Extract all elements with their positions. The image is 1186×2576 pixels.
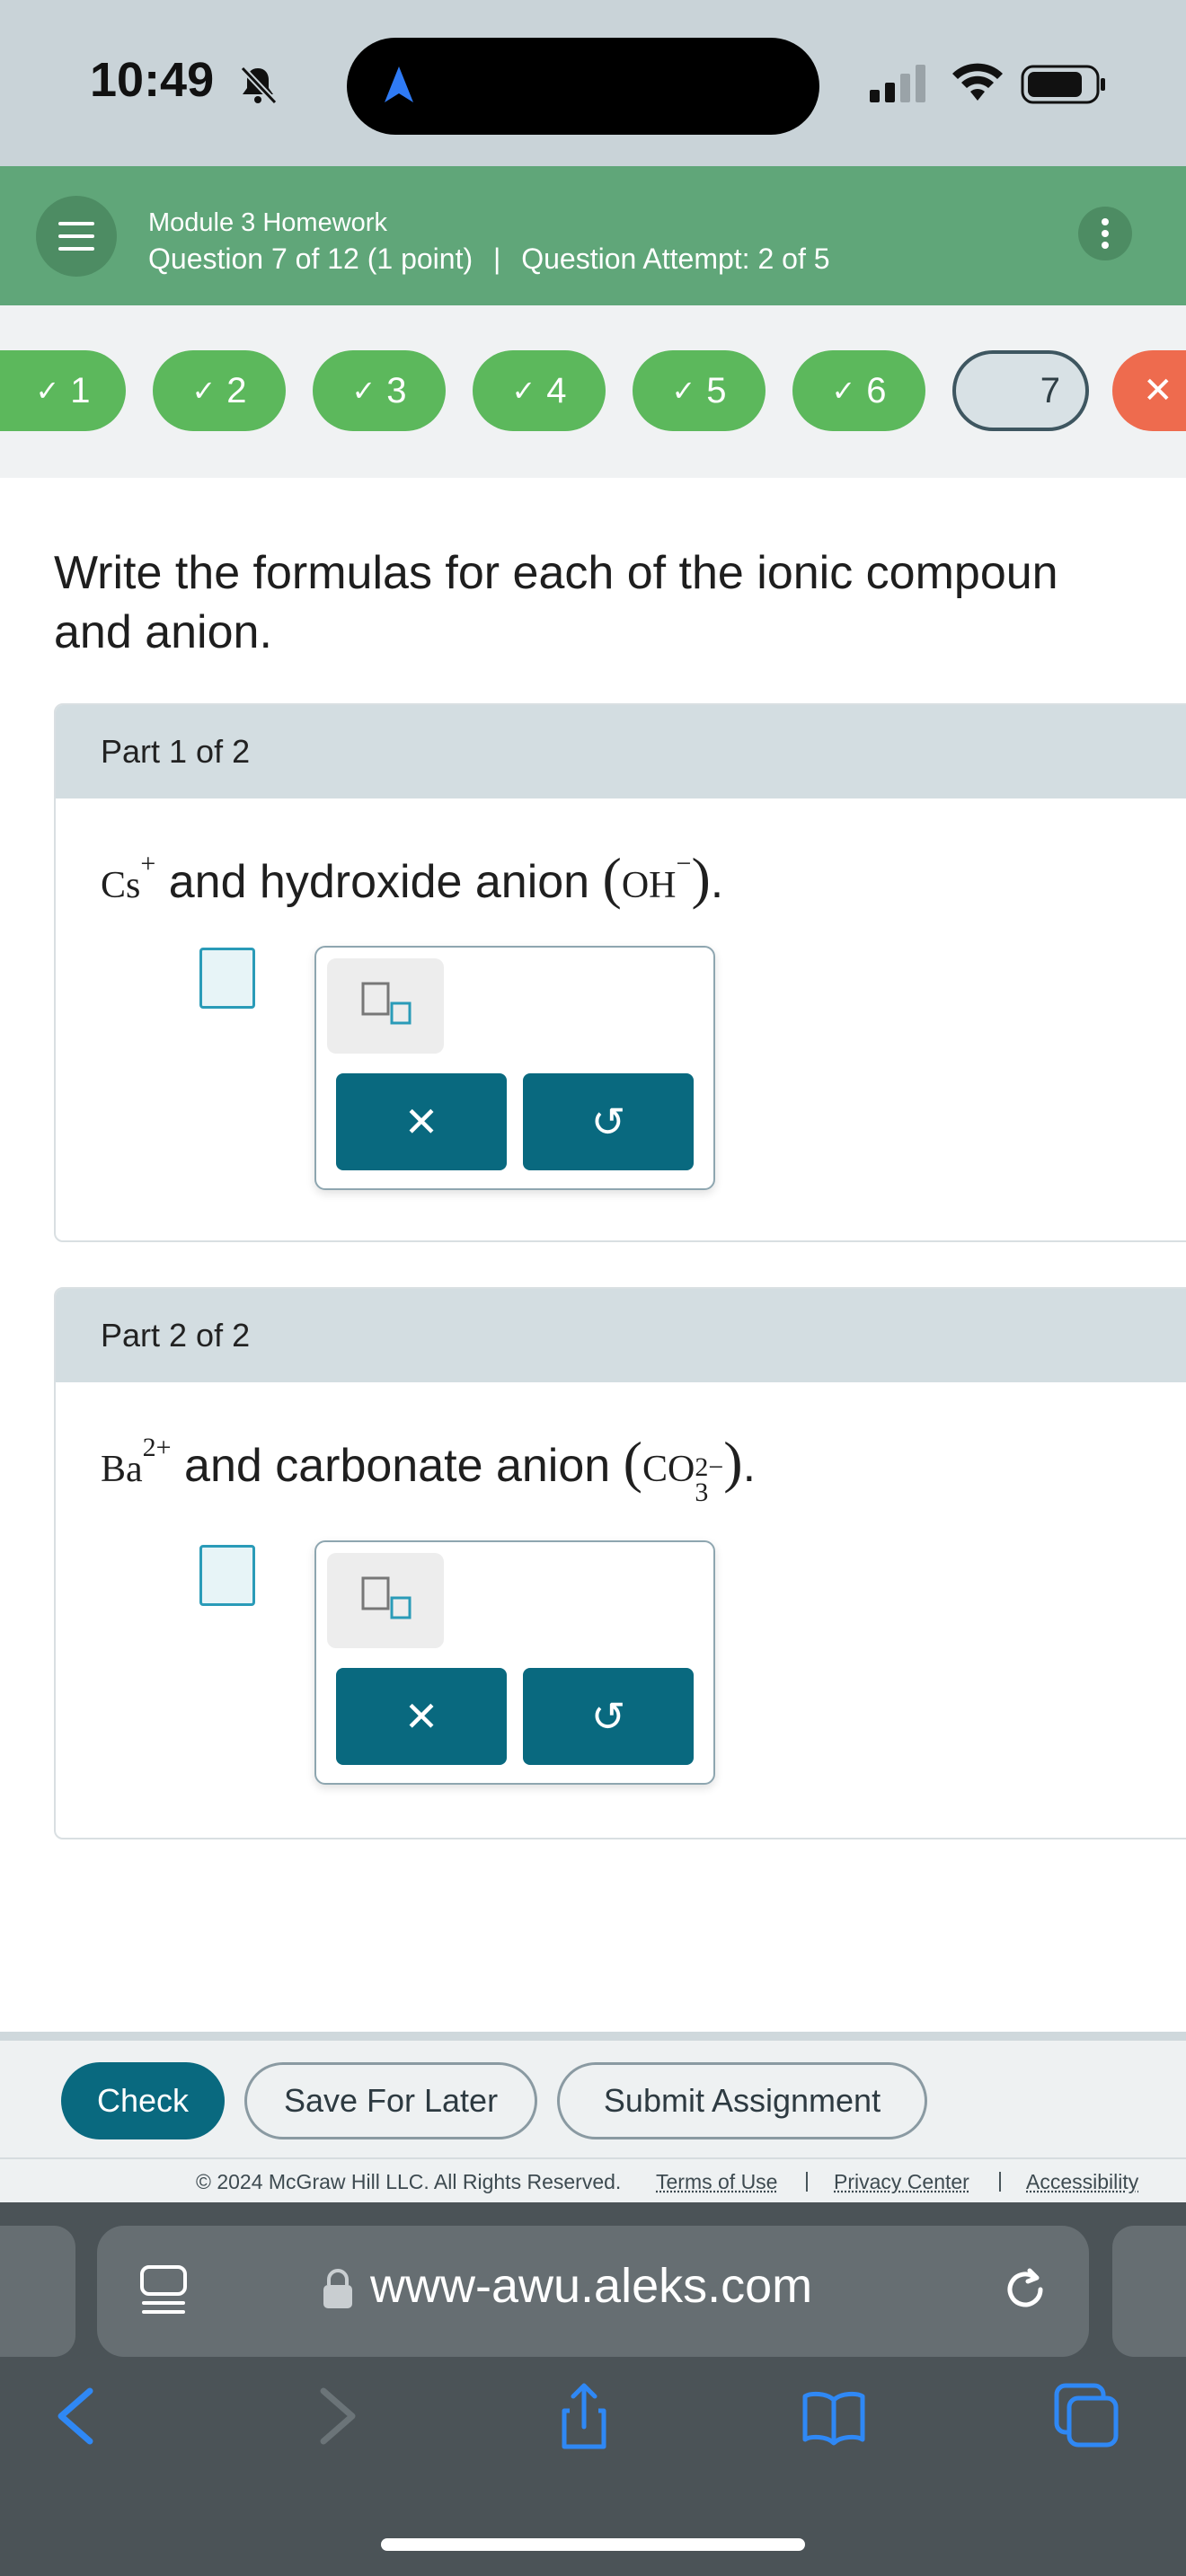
page-footer: © 2024 McGraw Hill LLC. All Rights Reser… (0, 2157, 1186, 2202)
clear-button[interactable]: ✕ (336, 1073, 507, 1170)
question-pill-3[interactable]: ✓ 3 (313, 350, 446, 431)
x-icon: ✕ (1143, 371, 1173, 410)
question-pill-6[interactable]: ✓ 6 (792, 350, 925, 431)
part-1-title: Part 1 of 2 (56, 705, 1186, 798)
forward-icon[interactable] (300, 2380, 372, 2452)
more-options-button[interactable] (1078, 207, 1132, 260)
cellular-signal-icon (870, 65, 925, 102)
question-pill-7-current[interactable]: 7 (952, 350, 1089, 431)
question-number: Question 7 of 12 (1 point) (148, 243, 474, 275)
question-pill-5[interactable]: ✓ 5 (633, 350, 766, 431)
privacy-center-link[interactable]: Privacy Center (834, 2170, 969, 2194)
previous-tab-edge[interactable] (0, 2226, 75, 2357)
wifi-icon (952, 63, 1003, 101)
bell-muted-icon (240, 66, 278, 105)
battery-icon (1021, 65, 1105, 104)
part-1-panel: Part 1 of 2 Cs + and hydroxide anion (OH −… (54, 703, 1186, 1242)
header-separator: | (493, 243, 501, 275)
subscript-template-icon (361, 982, 412, 1025)
undo-button[interactable]: ↺ (523, 1668, 694, 1765)
reload-icon[interactable] (997, 2262, 1053, 2317)
question-pill-4[interactable]: ✓ 4 (473, 350, 606, 431)
save-for-later-button[interactable]: Save For Later (244, 2062, 537, 2139)
subscript-template-button[interactable] (327, 958, 444, 1054)
attempt-info: Question Attempt: 2 of 5 (521, 243, 830, 275)
check-icon: ✓ (191, 375, 217, 407)
check-icon: ✓ (351, 375, 376, 407)
part-2-tool-panel: ✕ ↺ (314, 1540, 715, 1785)
menu-button[interactable] (36, 196, 117, 277)
part-2-title: Part 2 of 2 (56, 1289, 1186, 1382)
more-vertical-icon (1102, 218, 1109, 249)
module-title: Module 3 Homework (148, 208, 387, 237)
question-pill-1[interactable]: ✓ 1 (0, 350, 126, 431)
terms-of-use-link[interactable]: Terms of Use (656, 2170, 777, 2194)
check-button[interactable]: Check (61, 2062, 225, 2139)
check-icon: ✓ (511, 375, 536, 407)
undo-button[interactable]: ↺ (523, 1073, 694, 1170)
back-icon[interactable] (41, 2380, 113, 2452)
part-2-answer-input[interactable] (199, 1545, 255, 1606)
question-pill-2[interactable]: ✓ 2 (153, 350, 286, 431)
check-icon: ✓ (671, 375, 696, 407)
hamburger-icon (58, 222, 94, 251)
check-icon: ✓ (831, 375, 856, 407)
next-tab-edge[interactable] (1112, 2226, 1186, 2357)
bookmarks-icon[interactable] (798, 2380, 870, 2452)
status-time: 10:49 (90, 53, 215, 107)
undo-icon: ↺ (590, 1693, 626, 1740)
question-info: Question 7 of 12 (1 point) | Question At… (148, 243, 830, 276)
subscript-template-button[interactable] (327, 1553, 444, 1648)
submit-assignment-button[interactable]: Submit Assignment (557, 2062, 927, 2139)
footer-separator: | (804, 2168, 810, 2192)
page-menu-icon[interactable] (138, 2263, 189, 2317)
location-arrow-icon (385, 66, 413, 102)
home-indicator[interactable] (381, 2538, 805, 2551)
part-1-question: Cs + and hydroxide anion (OH −). (101, 846, 724, 910)
subscript-template-icon (361, 1576, 412, 1619)
x-icon: ✕ (403, 1693, 439, 1740)
check-icon: ✓ (35, 375, 60, 407)
copyright-text: © 2024 McGraw Hill LLC. All Rights Reser… (196, 2170, 622, 2193)
question-prompt: Write the formulas for each of the ionic… (54, 547, 1058, 658)
footer-separator: | (997, 2168, 1003, 2192)
part-2-question: Ba 2+ and carbonate anion (CO 2− 3). (101, 1430, 757, 1507)
part-1-answer-input[interactable] (199, 948, 255, 1009)
undo-icon: ↺ (590, 1098, 626, 1145)
url-text[interactable]: www-awu.aleks.com (370, 2258, 812, 2314)
tabs-icon[interactable] (1049, 2380, 1121, 2452)
part-2-panel: Part 2 of 2 Ba 2+ and carbonate anion (CO… (54, 1287, 1186, 1839)
part-1-tool-panel: ✕ ↺ (314, 946, 715, 1190)
x-icon: ✕ (403, 1098, 439, 1145)
clear-button[interactable]: ✕ (336, 1668, 507, 1765)
share-icon[interactable] (548, 2380, 620, 2452)
lock-icon (323, 2269, 352, 2308)
question-pill-8-incorrect[interactable]: ✕ (1112, 350, 1186, 431)
accessibility-link[interactable]: Accessibility (1026, 2170, 1138, 2194)
